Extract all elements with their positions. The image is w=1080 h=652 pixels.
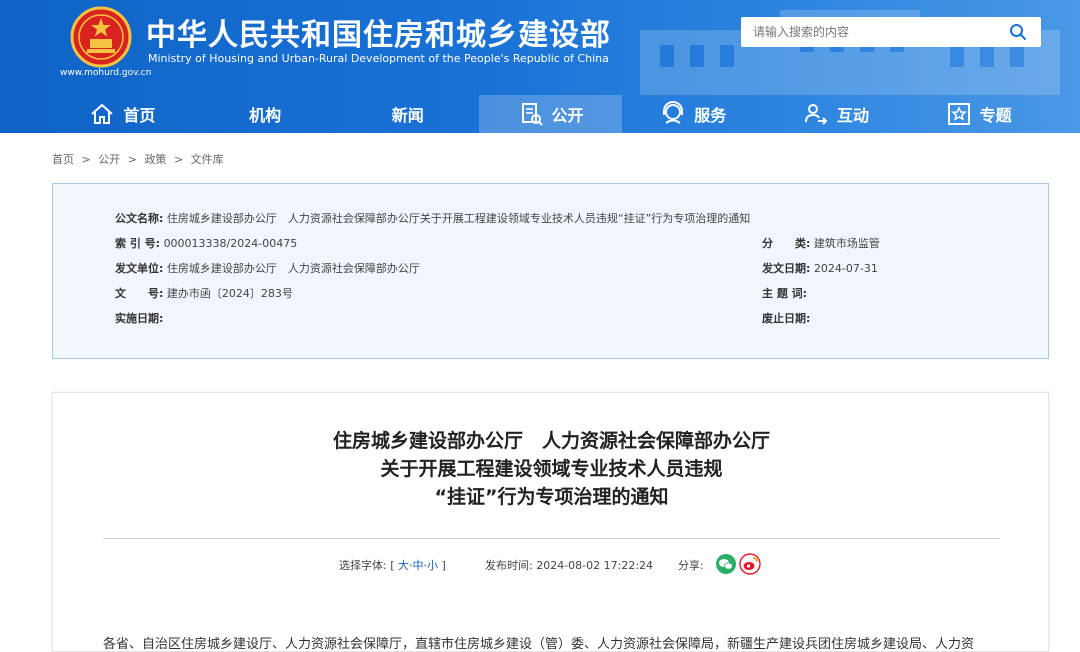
nav-item-label: 互动 — [836, 106, 869, 125]
nav-item-topics[interactable]: 专题 — [907, 95, 1050, 133]
nav-item-institutions[interactable]: 机构 — [194, 95, 337, 133]
breadcrumb-link-file-library[interactable]: 文件库 — [191, 153, 224, 166]
nav-item-interaction[interactable]: 互动 — [765, 95, 908, 133]
meta-label: 废止日期: — [762, 312, 811, 325]
main-nav: 首页 机构 新闻 公开 服务 互动 专题 — [51, 95, 1050, 133]
site-subtitle-english: Ministry of Housing and Urban-Rural Deve… — [148, 52, 609, 65]
meta-issuer: 发文单位: 住房城乡建设部办公厅 人力资源社会保障部办公厅 — [115, 260, 420, 276]
breadcrumb-link-public[interactable]: 公开 — [98, 153, 120, 166]
search-icon[interactable] — [1009, 23, 1027, 41]
nav-item-label: 新闻 — [391, 106, 424, 125]
meta-doc-number: 文 号: 建办市函〔2024〕283号 — [115, 285, 293, 301]
building-silhouette-decoration — [640, 10, 1060, 95]
title-divider — [103, 538, 1000, 539]
meta-subject: 主 题 词: — [762, 285, 807, 301]
nav-item-label: 专题 — [979, 106, 1012, 125]
document-metadata-box: 公文名称: 住房城乡建设部办公厅 人力资源社会保障部办公厅关于开展工程建设领域专… — [52, 183, 1049, 359]
meta-category: 分 类: 建筑市场监管 — [762, 235, 880, 251]
breadcrumb-separator: > — [127, 153, 137, 166]
font-size-medium-link[interactable]: 中 — [413, 559, 424, 572]
meta-label: 文 号: — [115, 287, 164, 300]
bracket: ] — [441, 559, 446, 572]
font-size-label: 选择字体: — [339, 559, 387, 572]
home-icon — [91, 103, 114, 124]
meta-label: 分 类: — [762, 237, 811, 250]
meta-label: 索 引 号: — [115, 237, 161, 250]
share-label: 分享: — [678, 559, 704, 572]
meta-doc-name: 公文名称: 住房城乡建设部办公厅 人力资源社会保障部办公厅关于开展工程建设领域专… — [115, 210, 750, 226]
breadcrumb: 首页 > 公开 > 政策 > 文件库 — [52, 151, 228, 167]
breadcrumb-link-home[interactable]: 首页 — [52, 153, 74, 166]
nav-item-label: 服务 — [694, 106, 727, 125]
national-emblem-icon[interactable] — [70, 6, 132, 68]
service-icon — [663, 101, 684, 124]
article-card: 住房城乡建设部办公厅 人力资源社会保障部办公厅 关于开展工程建设领域专业技术人员… — [52, 392, 1049, 652]
article-toolbar: 选择字体: [ 大·中·小 ] 发布时间: 2024-08-02 17:22:2… — [53, 553, 1050, 577]
meta-label: 发文单位: — [115, 262, 164, 275]
font-size-large-link[interactable]: 大 — [398, 559, 409, 572]
publish-time: 发布时间: 2024-08-02 17:22:24 — [485, 557, 653, 573]
meta-expiry-date: 废止日期: — [762, 310, 810, 326]
search-input[interactable] — [753, 22, 993, 42]
publish-time-label: 发布时间: — [485, 559, 533, 572]
search-box — [741, 17, 1041, 47]
nav-item-label: 首页 — [123, 106, 156, 125]
star-icon — [947, 103, 970, 125]
bracket: [ — [390, 559, 395, 572]
meta-label: 实施日期: — [115, 312, 164, 325]
nav-item-public[interactable]: 公开 — [479, 95, 622, 133]
article-body-first-line: 各省、自治区住房城乡建设厅、人力资源社会保障厅，直辖市住房城乡建设（管）委、人力… — [103, 637, 975, 652]
meta-label: 公文名称: — [115, 212, 164, 225]
publish-time-value: 2024-08-02 17:22:24 — [536, 559, 654, 572]
meta-value: 2024-07-31 — [813, 262, 878, 275]
meta-index: 索 引 号: 000013338/2024-00475 — [115, 235, 297, 251]
article-title: 住房城乡建设部办公厅 人力资源社会保障部办公厅 关于开展工程建设领域专业技术人员… — [53, 427, 1050, 511]
article-title-line: “挂证”行为专项治理的通知 — [434, 486, 669, 508]
nav-item-label: 公开 — [551, 106, 584, 125]
meta-value: 住房城乡建设部办公厅 人力资源社会保障部办公厅关于开展工程建设领域专业技术人员违… — [166, 212, 751, 225]
site-title[interactable]: 中华人民共和国住房和城乡建设部 — [146, 10, 611, 54]
interaction-icon — [804, 104, 828, 125]
site-domain: www.mohurd.gov.cn — [60, 68, 152, 78]
meta-value: 住房城乡建设部办公厅 人力资源社会保障部办公厅 — [166, 262, 420, 275]
nav-item-home[interactable]: 首页 — [51, 95, 194, 133]
font-size-small-link[interactable]: 小 — [427, 559, 438, 572]
article-title-line: 住房城乡建设部办公厅 人力资源社会保障部办公厅 — [332, 430, 770, 452]
weibo-icon[interactable] — [739, 553, 761, 575]
font-size-selector: 选择字体: [ 大·中·小 ] — [339, 559, 446, 572]
meta-effective-date: 实施日期: — [115, 310, 163, 326]
meta-value: 建办市函〔2024〕283号 — [166, 287, 293, 300]
breadcrumb-link-policy[interactable]: 政策 — [144, 153, 166, 166]
site-header: 中华人民共和国住房和城乡建设部 Ministry of Housing and … — [0, 0, 1080, 133]
wechat-icon[interactable] — [715, 553, 737, 575]
nav-item-label: 机构 — [249, 106, 282, 125]
article-title-line: 关于开展工程建设领域专业技术人员违规 — [380, 458, 723, 480]
meta-label: 主 题 词: — [762, 287, 808, 300]
meta-issue-date: 发文日期: 2024-07-31 — [762, 260, 878, 276]
nav-item-news[interactable]: 新闻 — [336, 95, 479, 133]
document-icon — [521, 103, 543, 126]
meta-label: 发文日期: — [762, 262, 811, 275]
meta-value: 000013338/2024-00475 — [163, 237, 298, 250]
meta-value: 建筑市场监管 — [813, 237, 880, 250]
breadcrumb-separator: > — [81, 153, 91, 166]
breadcrumb-separator: > — [173, 153, 184, 166]
nav-item-service[interactable]: 服务 — [622, 95, 765, 133]
